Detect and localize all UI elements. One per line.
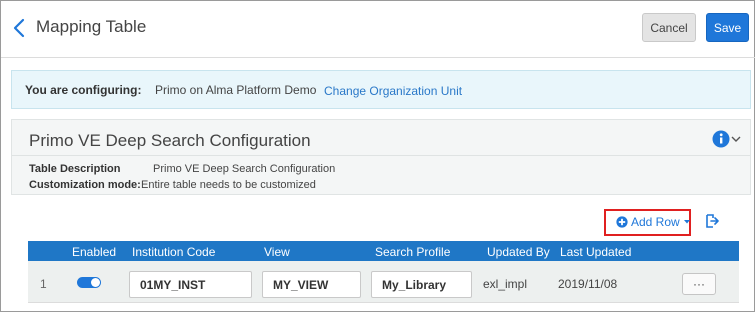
- column-header-updated-by[interactable]: Updated By: [487, 245, 550, 259]
- view-input[interactable]: [262, 271, 361, 298]
- back-arrow-icon[interactable]: [11, 17, 27, 39]
- section-divider: [12, 155, 750, 156]
- column-header-search-profile[interactable]: Search Profile: [375, 245, 450, 259]
- mapping-table-page: Mapping Table Cancel Save You are config…: [0, 0, 755, 312]
- enabled-toggle[interactable]: [77, 277, 101, 288]
- row-actions-button[interactable]: ···: [682, 273, 716, 295]
- column-header-view[interactable]: View: [264, 245, 290, 259]
- change-organization-unit-link[interactable]: Change Organization Unit: [324, 84, 462, 98]
- column-header-last-updated[interactable]: Last Updated: [560, 245, 631, 259]
- table-description-label: Table Description: [29, 163, 121, 175]
- table-section: Primo VE Deep Search Configuration Table…: [11, 119, 751, 195]
- save-button[interactable]: Save: [706, 13, 749, 42]
- info-collapse-icon[interactable]: [712, 130, 742, 148]
- configuring-banner: You are configuring: Primo on Alma Platf…: [11, 70, 751, 109]
- row-number: 1: [40, 277, 47, 291]
- table-header: Enabled Institution Code View Search Pro…: [28, 241, 739, 261]
- header-divider: [1, 57, 755, 58]
- configuring-value: Primo on Alma Platform Demo: [155, 83, 317, 97]
- institution-code-input[interactable]: [129, 271, 252, 298]
- search-profile-input[interactable]: [371, 271, 472, 298]
- last-updated-value: 2019/11/08: [558, 277, 618, 291]
- column-header-enabled[interactable]: Enabled: [72, 245, 116, 259]
- updated-by-value: exl_impl: [483, 277, 528, 291]
- customization-mode-label: Customization mode:: [29, 179, 141, 191]
- customization-mode-value: Entire table needs to be customized: [141, 179, 316, 191]
- column-header-institution-code[interactable]: Institution Code: [132, 245, 215, 259]
- configuring-label: You are configuring:: [25, 83, 142, 97]
- page-title: Mapping Table: [36, 17, 147, 36]
- add-row-button[interactable]: Add Row: [604, 209, 691, 236]
- export-icon[interactable]: [705, 214, 719, 228]
- cancel-button[interactable]: Cancel: [642, 13, 696, 42]
- table-row: 1 exl_impl 2019/11/08 ···: [28, 261, 739, 303]
- add-row-label: Add Row: [631, 215, 680, 229]
- section-title: Primo VE Deep Search Configuration: [29, 131, 311, 150]
- table-description-value: Primo VE Deep Search Configuration: [153, 163, 336, 175]
- plus-circle-icon: [616, 216, 628, 228]
- caret-down-icon: [683, 220, 690, 224]
